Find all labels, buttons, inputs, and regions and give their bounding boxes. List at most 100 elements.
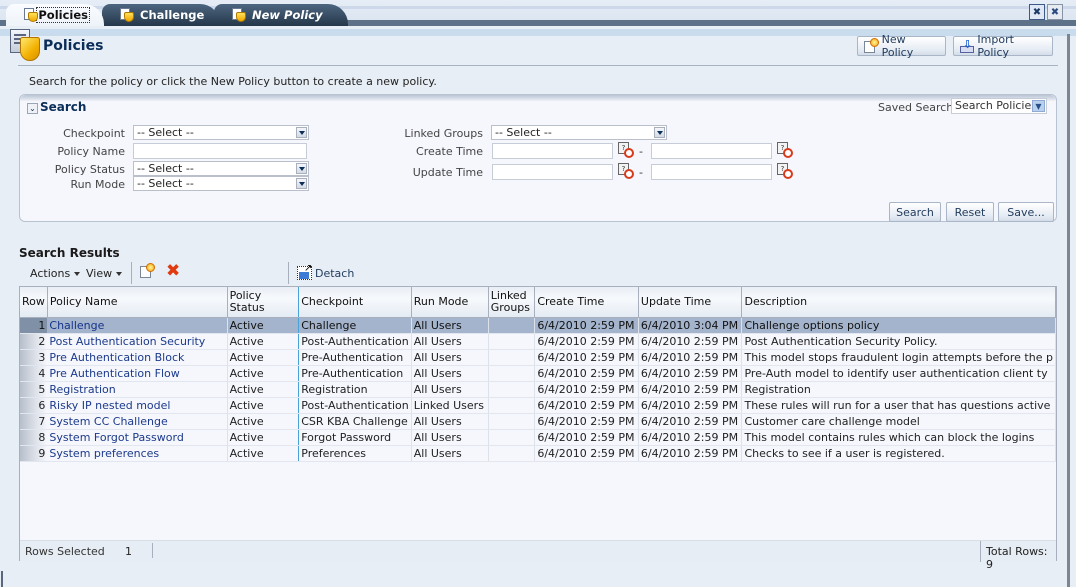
column-header-linked-groups[interactable]: Linked Groups: [488, 287, 536, 318]
policy-name-link-cell[interactable]: Pre Authentication Flow: [47, 365, 228, 382]
linked-groups-select[interactable]: -- Select --: [491, 125, 667, 140]
dropdown-arrow-icon[interactable]: [654, 127, 665, 138]
toolbar-separator: [131, 262, 132, 284]
dropdown-arrow-icon[interactable]: [296, 127, 307, 138]
description-cell: Customer care challenge model: [741, 413, 1056, 430]
total-rows: Total Rows: 9: [986, 545, 1048, 571]
tab-policies[interactable]: Policies: [6, 4, 104, 26]
description-cell: Checks to see if a user is registered.: [741, 445, 1056, 462]
policy-name-link-cell[interactable]: System CC Challenge: [47, 413, 228, 430]
column-header-create-time[interactable]: Create Time: [534, 287, 639, 318]
run-mode-cell: All Users: [411, 317, 489, 334]
new-policy-button[interactable]: New Policy: [857, 33, 946, 59]
rows-selected-label: Rows Selected: [25, 545, 105, 558]
update-time-to-input[interactable]: [651, 164, 772, 180]
detach-icon: [297, 263, 312, 280]
update-time-cell: 6/4/2010 2:59 PM: [638, 397, 743, 414]
dropdown-arrow-icon[interactable]: [296, 178, 307, 189]
column-header-policy-status[interactable]: Policy Status: [227, 287, 300, 318]
date-time-picker-icon[interactable]: ?: [618, 142, 634, 158]
table-row[interactable]: 1 Challenge Active Challenge All Users 6/4/20…: [20, 317, 1056, 334]
column-header-row[interactable]: Row: [20, 287, 48, 318]
policy-name-link-cell[interactable]: System preferences: [47, 445, 228, 462]
detach-button[interactable]: Detach: [297, 263, 354, 280]
tab-challenge[interactable]: Challenge: [102, 4, 220, 26]
close-tab-icon[interactable]: ✖: [1029, 4, 1045, 20]
policy-name-link-cell[interactable]: System Forgot Password: [47, 429, 228, 446]
checkpoint-cell: Registration: [298, 381, 412, 398]
policy-name-link-cell[interactable]: Registration: [47, 381, 228, 398]
run-mode-cell: All Users: [411, 429, 489, 446]
table-row[interactable]: 4 Pre Authentication Flow Active Pre-Authen…: [20, 365, 1056, 382]
create-time-from-input[interactable]: [492, 143, 613, 159]
policy-name-link-cell[interactable]: Challenge: [47, 317, 228, 334]
table-row[interactable]: 2 Post Authentication Security Active Post-…: [20, 333, 1056, 350]
policy-status-cell: Active: [227, 413, 300, 430]
policy-name-label: Policy Name: [57, 145, 125, 158]
column-header-description[interactable]: Description: [741, 287, 1056, 318]
policy-name-link-cell[interactable]: Post Authentication Security: [47, 333, 228, 350]
policy-name-link-cell[interactable]: Pre Authentication Block: [47, 349, 228, 366]
row-number-cell: 5: [20, 381, 48, 398]
date-time-picker-icon[interactable]: ?: [777, 142, 793, 158]
linked-groups-cell: [488, 349, 536, 366]
policy-status-select[interactable]: -- Select --: [133, 161, 309, 176]
header-divider: [18, 65, 1058, 66]
table-row[interactable]: 6 Risky IP nested model Active Post-Authent…: [20, 397, 1056, 414]
run-mode-select[interactable]: -- Select --: [133, 176, 309, 191]
new-policy-icon[interactable]: [140, 263, 155, 278]
checkpoint-select[interactable]: -- Select --: [133, 125, 309, 140]
column-header-update-time[interactable]: Update Time: [638, 287, 743, 318]
import-policy-button[interactable]: ⇩ Import Policy: [953, 33, 1053, 59]
update-time-cell: 6/4/2010 2:59 PM: [638, 349, 743, 366]
policy-name-link-cell[interactable]: Risky IP nested model: [47, 397, 228, 414]
column-header-policy-name[interactable]: Policy Name: [47, 287, 228, 318]
linked-groups-cell: [488, 397, 536, 414]
run-mode-cell: All Users: [411, 413, 489, 430]
create-time-to-input[interactable]: [651, 143, 772, 159]
tab-label: Challenge: [140, 8, 205, 22]
table-row[interactable]: 3 Pre Authentication Block Active Pre-Authe…: [20, 349, 1056, 366]
close-all-tabs-icon[interactable]: ✖: [1047, 4, 1063, 20]
reset-button[interactable]: Reset: [946, 202, 994, 222]
date-time-picker-icon[interactable]: ?: [777, 163, 793, 179]
update-time-cell: 6/4/2010 2:59 PM: [638, 365, 743, 382]
policy-name-input[interactable]: [133, 143, 307, 159]
run-mode-cell: All Users: [411, 381, 489, 398]
description-cell: Registration: [741, 381, 1056, 398]
column-header-checkpoint[interactable]: Checkpoint: [298, 287, 412, 318]
delete-icon[interactable]: ✖: [166, 263, 180, 280]
search-panel: ⌄ Search Saved Search Search Policies ▼ …: [19, 94, 1057, 222]
checkpoint-cell: Pre-Authentication: [298, 365, 412, 382]
table-row[interactable]: 8 System Forgot Password Active Forgot Pass…: [20, 429, 1056, 446]
date-time-picker-icon[interactable]: ?: [618, 163, 634, 179]
table-row[interactable]: 5 Registration Active Registration All Users…: [20, 381, 1056, 398]
search-button[interactable]: Search: [889, 202, 941, 222]
policy-status-cell: Active: [227, 397, 300, 414]
page-edge: [1, 571, 3, 587]
update-time-cell: 6/4/2010 2:59 PM: [638, 333, 743, 350]
saved-search-select[interactable]: Search Policies ▼: [951, 98, 1047, 114]
tab-bar: Policies Challenge New Policy ✖ ✖: [0, 0, 1076, 26]
checkpoint-cell: Post-Authentication: [298, 397, 412, 414]
description-cell: This model contains rules which can bloc…: [741, 429, 1056, 446]
import-icon: ⇩: [960, 38, 974, 53]
tab-label: Policies: [36, 7, 90, 23]
policy-status-cell: Active: [227, 445, 300, 462]
actions-menu[interactable]: Actions: [30, 267, 81, 280]
row-number-cell: 2: [20, 333, 48, 350]
create-time-cell: 6/4/2010 2:59 PM: [534, 349, 639, 366]
chevron-down-icon[interactable]: ▼: [1032, 100, 1045, 112]
save-search-button[interactable]: Save...: [998, 202, 1054, 222]
update-time-from-input[interactable]: [492, 164, 613, 180]
collapse-search-icon[interactable]: ⌄: [27, 103, 38, 114]
view-menu[interactable]: View: [86, 267, 123, 280]
dropdown-arrow-icon[interactable]: [296, 163, 307, 174]
run-mode-label: Run Mode: [70, 178, 125, 191]
linked-groups-cell: [488, 317, 536, 334]
table-row[interactable]: 9 System preferences Active Preferences All …: [20, 445, 1056, 462]
table-row[interactable]: 7 System CC Challenge Active CSR KBA Challe…: [20, 413, 1056, 430]
column-header-run-mode[interactable]: Run Mode: [411, 287, 489, 318]
tab-new-policy[interactable]: New Policy: [214, 4, 348, 26]
policy-shield-icon: [120, 8, 134, 22]
